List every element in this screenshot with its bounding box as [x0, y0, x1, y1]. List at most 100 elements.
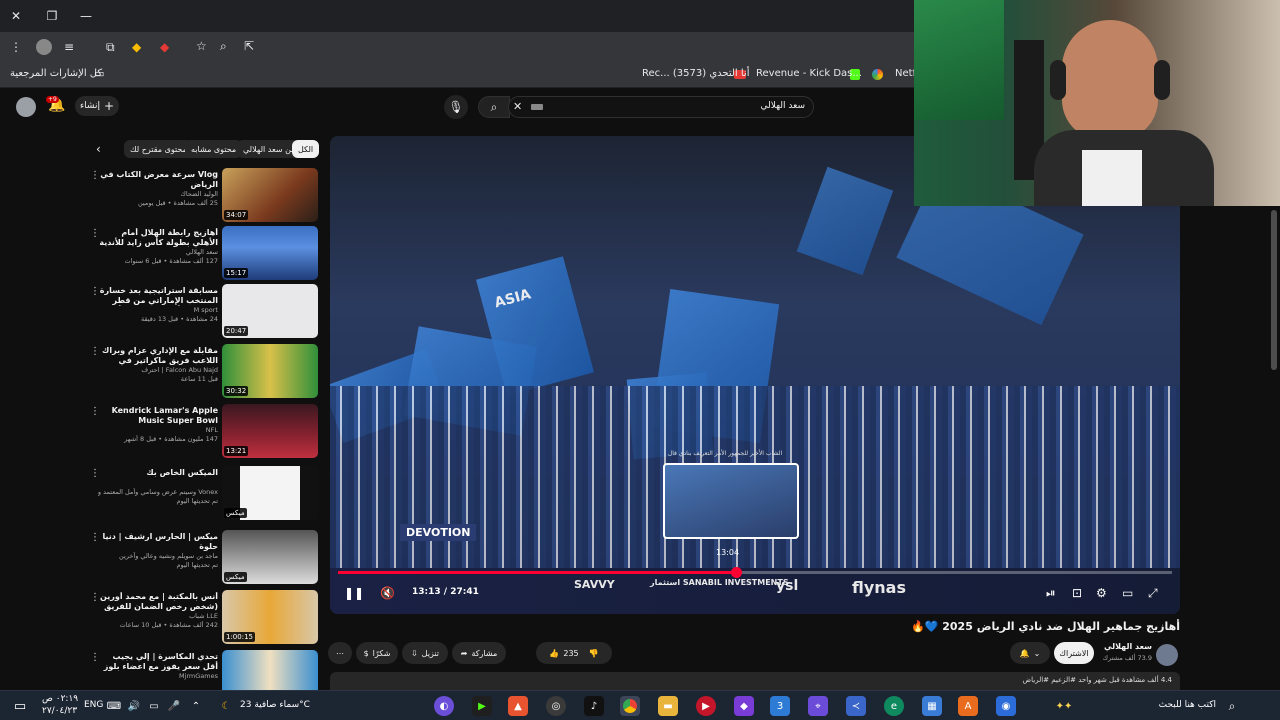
taskbar-search-icon[interactable]: ⌕: [1222, 696, 1242, 716]
clear-search-icon[interactable]: ✕: [513, 100, 522, 113]
channel-name[interactable]: MjrmGames: [98, 672, 218, 680]
channel-name[interactable]: Vonex وسيتم عرض وسامي وأمل المعتمد وآخري…: [98, 488, 218, 496]
store-icon[interactable]: ▦: [922, 696, 942, 716]
more-options-icon[interactable]: ⋮: [90, 228, 100, 239]
app-orange-icon[interactable]: A: [958, 696, 978, 716]
list-item[interactable]: ميكس ميكس | الحارس ارشيف | دنيا حلوة ماج…: [86, 530, 318, 586]
like-button[interactable]: 👍: [549, 649, 559, 658]
keyboard-layout-icon[interactable]: ⌨: [104, 696, 124, 716]
video-thumbnail[interactable]: 30:32: [222, 344, 318, 398]
list-item[interactable]: 1:00:15 أنس بالمكتبة | مع محمد أورين (شخ…: [86, 590, 318, 646]
restore-window-icon[interactable]: ❐: [44, 8, 60, 24]
video-thumbnail[interactable]: 34:07: [222, 168, 318, 222]
video-title[interactable]: Kendrick Lamar's Apple Music Super Bowl …: [98, 406, 218, 426]
close-window-icon[interactable]: ✕: [8, 8, 24, 24]
clock-time[interactable]: ٠٢:١٩ ص: [42, 694, 78, 704]
channel-name[interactable]: سعد الهلالي: [98, 248, 218, 256]
subtitles-icon[interactable]: ⊡: [1072, 586, 1082, 600]
chrome-icon[interactable]: [620, 696, 640, 716]
copilot-icon[interactable]: ◉: [996, 696, 1016, 716]
scrollbar-thumb[interactable]: [1271, 210, 1277, 370]
brave-icon[interactable]: ▲: [508, 696, 528, 716]
obs-icon[interactable]: ◎: [546, 696, 566, 716]
kick-icon[interactable]: ▶: [472, 696, 492, 716]
channel-name-main[interactable]: سعد الهلالي: [1100, 642, 1152, 651]
more-actions-button[interactable]: ⋯: [328, 642, 352, 664]
list-item[interactable]: 30:32 مقابلة مع الإداري عزام وبراك اللاع…: [86, 344, 318, 400]
video-thumbnail[interactable]: [222, 650, 318, 690]
list-item[interactable]: 13:21 Kendrick Lamar's Apple Music Super…: [86, 404, 318, 460]
taskbar-search-input[interactable]: اكتب هنا للبحث: [1106, 700, 1216, 710]
chip-suggested[interactable]: محتوى مقترح لك: [124, 140, 193, 158]
bookmark-item[interactable]: Netf: [895, 68, 916, 79]
notification-center-icon[interactable]: ▭: [10, 696, 30, 716]
channel-name[interactable]: الوليد الضحاك: [98, 190, 218, 198]
channel-name[interactable]: ماجد بن سويلم ونشيه وعالي وآخرين: [98, 552, 218, 560]
thanks-button[interactable]: $ شكرًا: [356, 642, 398, 664]
bookmark-item[interactable]: Rec... أنا التحدي (3573): [642, 68, 749, 79]
gamepad-icon[interactable]: ⌖: [808, 696, 828, 716]
channel-name[interactable]: NFL: [98, 426, 218, 434]
list-item[interactable]: 20:47 مسابقة استراتيجية بعد خسارة المنتخ…: [86, 284, 318, 340]
channel-avatar[interactable]: [1156, 644, 1178, 666]
more-options-icon[interactable]: ⋮: [90, 652, 100, 663]
list-item[interactable]: تحدي المكاسرة | إلي يجيب أقل سعر يفوز مع…: [86, 650, 318, 690]
video-title[interactable]: أنس بالمكتبة | مع محمد أورين (شخص رخص ال…: [98, 592, 218, 612]
bookmark-star-icon[interactable]: ☆: [196, 39, 207, 53]
description-box[interactable]: 4.4 ألف مشاهدة قبل شهر واحد #الزعيم #الر…: [330, 672, 1180, 690]
chevron-left-icon[interactable]: ‹: [96, 142, 101, 156]
autoplay-toggle-icon[interactable]: ⏯: [1046, 586, 1056, 601]
volume-muted-icon[interactable]: 🔇: [380, 586, 395, 600]
bookmark-item[interactable]: Revenue - Kick Das...: [756, 68, 862, 79]
profile-avatar-icon[interactable]: [36, 39, 52, 55]
video-thumbnail[interactable]: ميكس: [222, 466, 318, 520]
video-thumbnail[interactable]: 15:17: [222, 226, 318, 280]
create-button[interactable]: إنشاء +: [75, 96, 119, 116]
edge-icon[interactable]: e: [884, 696, 904, 716]
zoom-icon[interactable]: ⌕: [220, 39, 227, 54]
language-indicator[interactable]: ENG: [84, 700, 103, 710]
more-options-icon[interactable]: ⋮: [90, 592, 100, 603]
fullscreen-icon[interactable]: ⤢: [1148, 586, 1158, 601]
extension-red-icon[interactable]: ◆: [160, 40, 169, 54]
microphone-tray-icon[interactable]: 🎤: [164, 696, 184, 716]
dislike-button[interactable]: 👎: [589, 649, 599, 658]
tiktok-icon[interactable]: ♪: [584, 696, 604, 716]
channel-name[interactable]: LLE شباب: [98, 612, 218, 620]
progress-bar[interactable]: [338, 571, 736, 574]
video-thumbnail[interactable]: ميكس: [222, 530, 318, 584]
more-options-icon[interactable]: ⋮: [90, 286, 100, 297]
miniplayer-icon[interactable]: ▭: [1122, 586, 1133, 600]
video-thumbnail[interactable]: 1:00:15: [222, 590, 318, 644]
notification-bell-button[interactable]: 🔔 ⌄: [1010, 642, 1050, 664]
list-item[interactable]: 34:07 Vlog سرعة معرض الكتاب في الرياض ال…: [86, 168, 318, 224]
download-button[interactable]: ⇩ تنزيل: [402, 642, 448, 664]
share-button[interactable]: ➦ مشاركة: [452, 642, 506, 664]
network-icon[interactable]: ▭: [144, 696, 164, 716]
video-title[interactable]: Vlog سرعة معرض الكتاب في الرياض: [98, 170, 218, 190]
extension-colored-icon[interactable]: ◆: [132, 40, 141, 54]
app-blue-icon[interactable]: 3: [770, 696, 790, 716]
voice-search-button[interactable]: 🎙: [444, 95, 468, 119]
show-hidden-icons-icon[interactable]: ⌃: [186, 696, 206, 716]
settings-gear-icon[interactable]: ⚙: [1096, 586, 1107, 600]
chip-similar[interactable]: محتوى مشابه: [185, 140, 243, 158]
channel-name[interactable]: Falcon Abu Najd | احترف: [98, 366, 218, 374]
user-avatar[interactable]: [16, 97, 36, 117]
list-item[interactable]: ميكس الميكس الخاص بك Vonex وسيتم عرض وسا…: [86, 466, 318, 522]
minimize-window-icon[interactable]: —: [78, 8, 94, 24]
weather-label[interactable]: سماء صافية 23°C: [240, 700, 310, 710]
clock-date[interactable]: ٢٧/٠٤/٢٣: [42, 706, 77, 716]
more-options-icon[interactable]: ⋮: [90, 532, 100, 543]
widgets-sparkle-icon[interactable]: ✦✦: [1044, 696, 1084, 716]
media-player-icon[interactable]: ▶: [696, 696, 716, 716]
keyboard-icon[interactable]: [531, 104, 543, 110]
file-explorer-icon[interactable]: ▬: [658, 696, 678, 716]
more-options-icon[interactable]: ⋮: [90, 406, 100, 417]
more-options-icon[interactable]: ⋮: [90, 170, 100, 181]
video-player[interactable]: ASIA DEVOTION SAVVY استثمار SANABIL INVE…: [330, 136, 1180, 614]
video-thumbnail[interactable]: 20:47: [222, 284, 318, 338]
video-title[interactable]: أهازيج رابطة الهلال أمام الأهلي بطولة كأ…: [98, 228, 218, 248]
list-item[interactable]: 15:17 أهازيج رابطة الهلال أمام الأهلي بط…: [86, 226, 318, 282]
video-title[interactable]: الميكس الخاص بك: [98, 468, 218, 478]
